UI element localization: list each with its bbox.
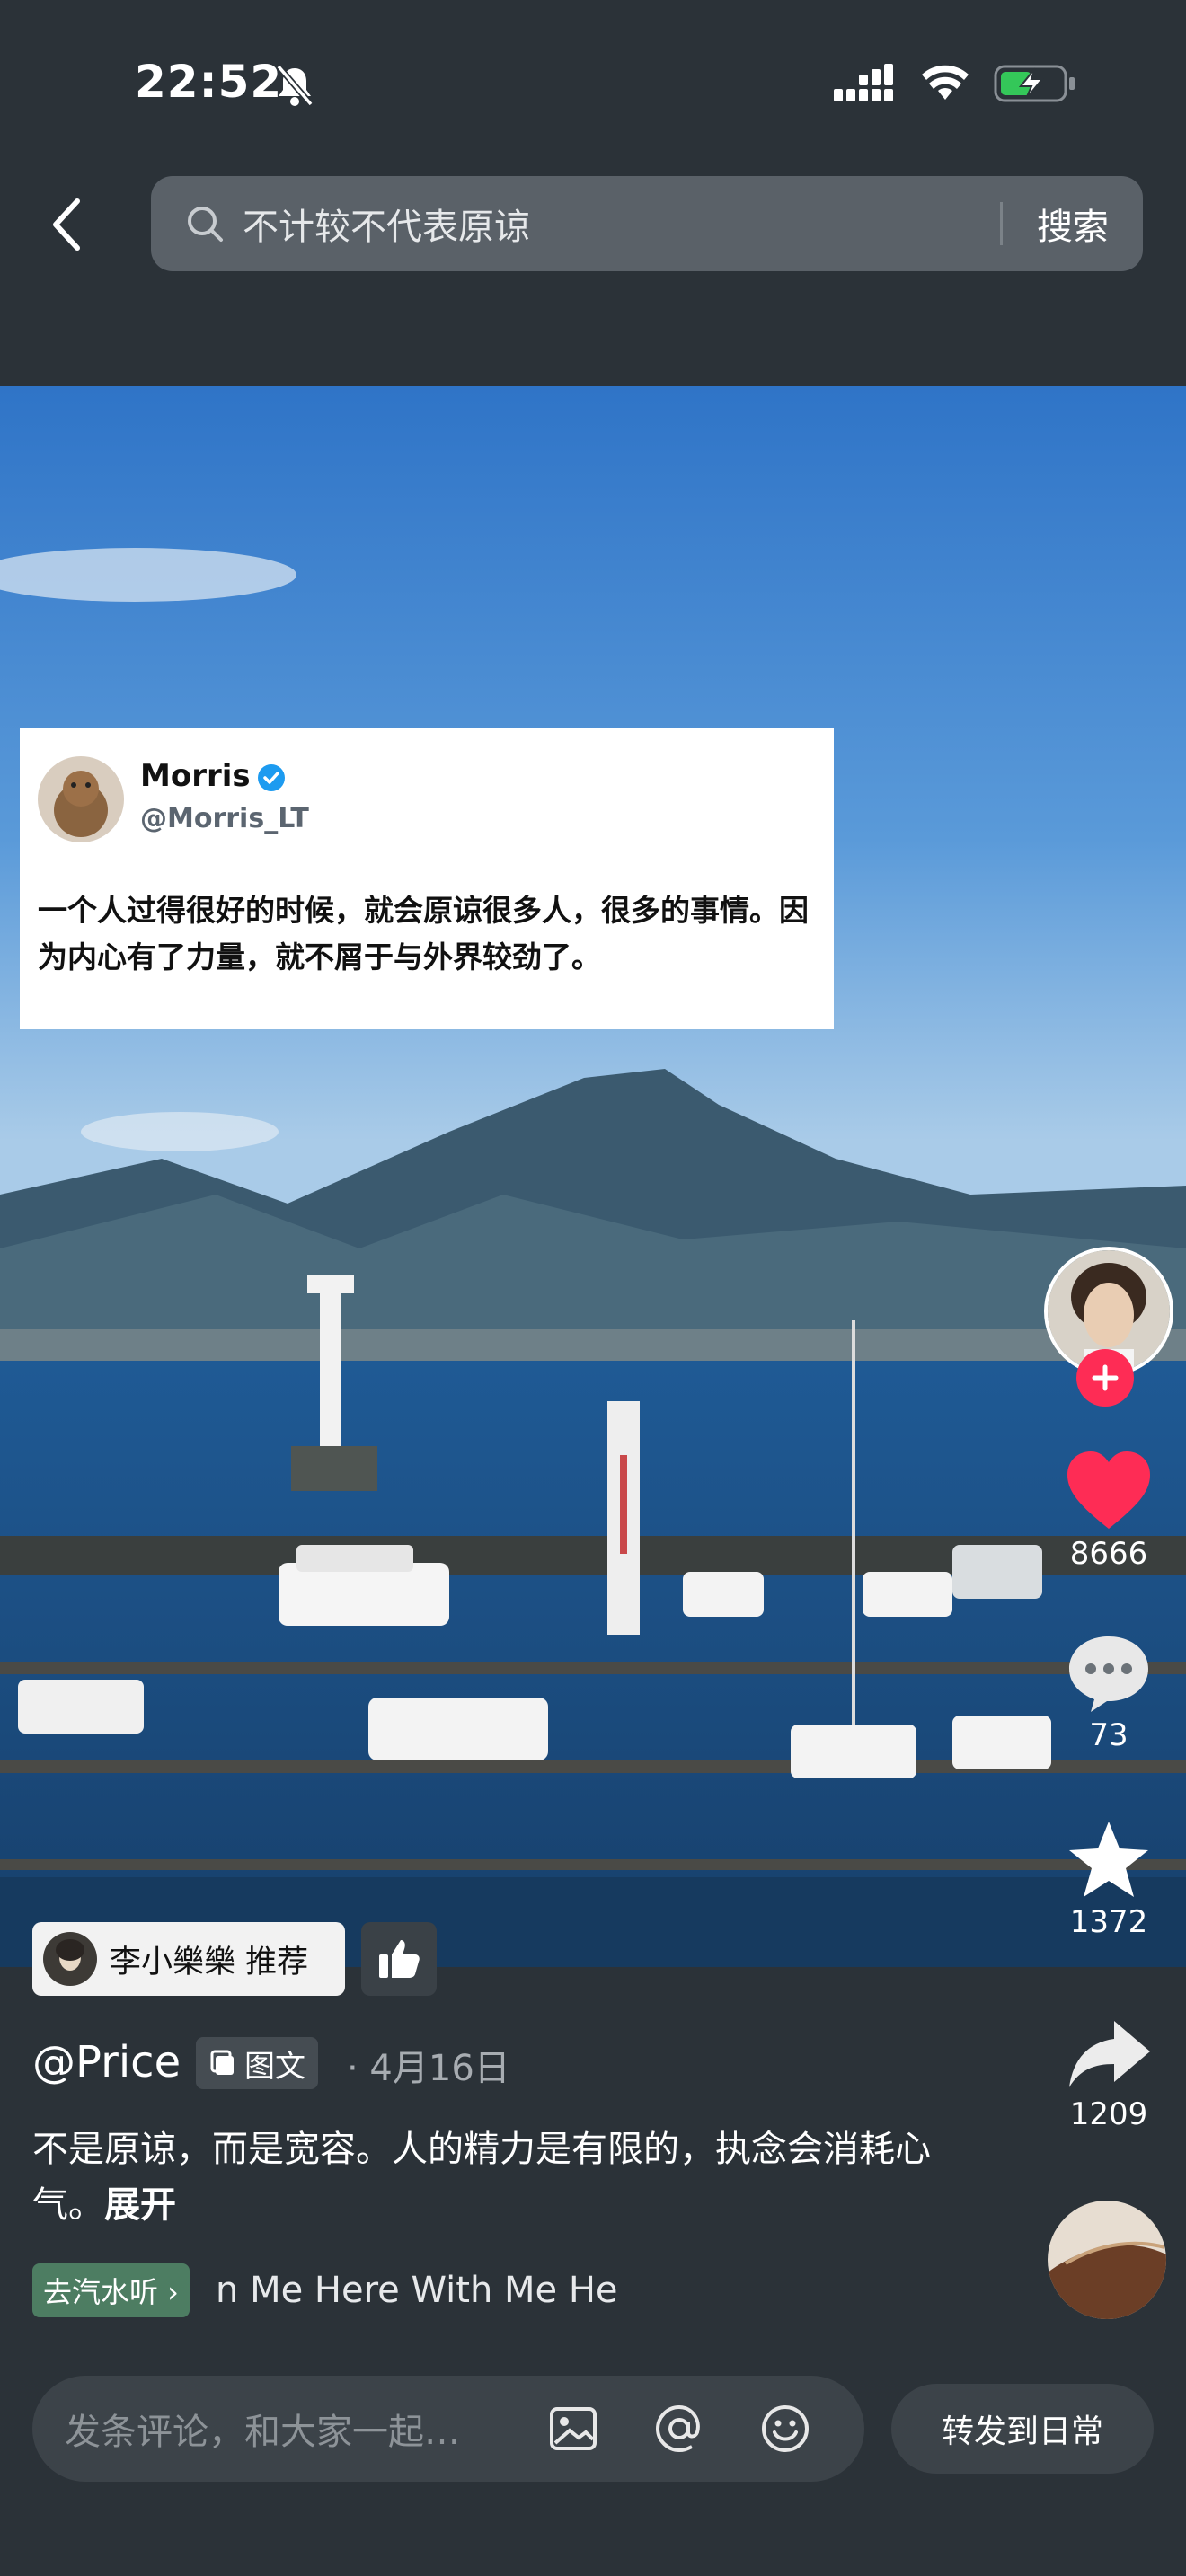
- favorite-button[interactable]: 1372: [1046, 1818, 1172, 1940]
- listen-on-qishui-chip[interactable]: 去汽水听 ›: [32, 2263, 190, 2317]
- post-type-badge: 图文: [196, 2037, 318, 2089]
- post-caption: 不是原谅，而是宽容。人的精力是有限的，执念会消耗心气。展开: [32, 2122, 949, 2233]
- bell-muted-icon: [276, 64, 314, 107]
- comment-bubble-icon: [1069, 1636, 1148, 1712]
- recommender-avatar: [43, 1932, 97, 1986]
- image-icon[interactable]: [546, 2402, 600, 2456]
- back-arrow-icon[interactable]: [41, 189, 95, 260]
- music-title-marquee: n Me Here With Me He: [216, 2270, 618, 2311]
- post-photo[interactable]: [0, 386, 1186, 1967]
- share-count: 1209: [1069, 2096, 1148, 2132]
- plus-icon: [1092, 1364, 1119, 1391]
- battery-charging-icon: [994, 65, 1075, 102]
- wifi-icon: [922, 65, 969, 100]
- cellular-signal-icon: [834, 64, 893, 101]
- comment-button[interactable]: 73: [1046, 1631, 1172, 1753]
- music-cover-icon: [1048, 2201, 1166, 2319]
- post-type-label: 图文: [244, 2048, 305, 2085]
- recommender-avatar-icon: [43, 1932, 97, 1986]
- emoji-icon[interactable]: [758, 2402, 812, 2456]
- expand-link[interactable]: 展开: [104, 2184, 176, 2226]
- like-count: 8666: [1069, 1536, 1148, 1572]
- forward-to-daily-button[interactable]: 转发到日常: [891, 2384, 1154, 2474]
- tweet-name: Morris: [140, 758, 251, 794]
- tweet-avatar: [38, 756, 124, 842]
- recommend-chip[interactable]: 李小樂樂 推荐: [32, 1922, 345, 1996]
- share-arrow-icon: [1069, 2021, 1150, 2087]
- search-button[interactable]: 搜索: [1037, 198, 1109, 250]
- mention-icon[interactable]: [652, 2402, 706, 2456]
- comment-count: 73: [1089, 1717, 1128, 1753]
- share-button[interactable]: 1209: [1046, 2016, 1172, 2132]
- beaver-avatar-icon: [38, 756, 124, 842]
- star-icon: [1069, 1822, 1148, 1897]
- recommend-text: 李小樂樂 推荐: [110, 1944, 309, 1981]
- comment-input[interactable]: 发条评论，和大家一起…: [32, 2376, 864, 2482]
- status-time: 22:52: [135, 56, 283, 108]
- like-button[interactable]: 8666: [1046, 1450, 1172, 1572]
- search-icon: [188, 207, 223, 242]
- tweet-card: Morris @Morris_LT 一个人过得很好的时候，就会原谅很多人，很多的…: [20, 728, 834, 1029]
- search-query[interactable]: 不计较不代表原谅: [243, 198, 1000, 250]
- tweet-handle: @Morris_LT: [140, 803, 309, 834]
- tweet-text: 一个人过得很好的时候，就会原谅很多人，很多的事情。因为内心有了力量，就不屑于与外…: [38, 893, 809, 975]
- thumbs-up-icon: [379, 1940, 420, 1978]
- thumbs-up-button[interactable]: [361, 1922, 437, 1996]
- comment-placeholder[interactable]: 发条评论，和大家一起…: [65, 2403, 546, 2455]
- search-divider: [1000, 202, 1003, 245]
- post-date: · 4月16日: [347, 2048, 510, 2089]
- marina-scene-illustration: [0, 386, 1186, 1967]
- status-icons: [834, 63, 1076, 104]
- post-author[interactable]: @Price: [32, 2037, 181, 2087]
- image-post-icon: [210, 2050, 234, 2075]
- heart-icon: [1067, 1451, 1150, 1529]
- favorite-count: 1372: [1069, 1904, 1148, 1940]
- verified-badge-icon: [258, 764, 285, 791]
- search-input[interactable]: 不计较不代表原谅 搜索: [151, 176, 1143, 271]
- music-disc[interactable]: [1048, 2201, 1166, 2319]
- follow-button[interactable]: [1076, 1349, 1134, 1407]
